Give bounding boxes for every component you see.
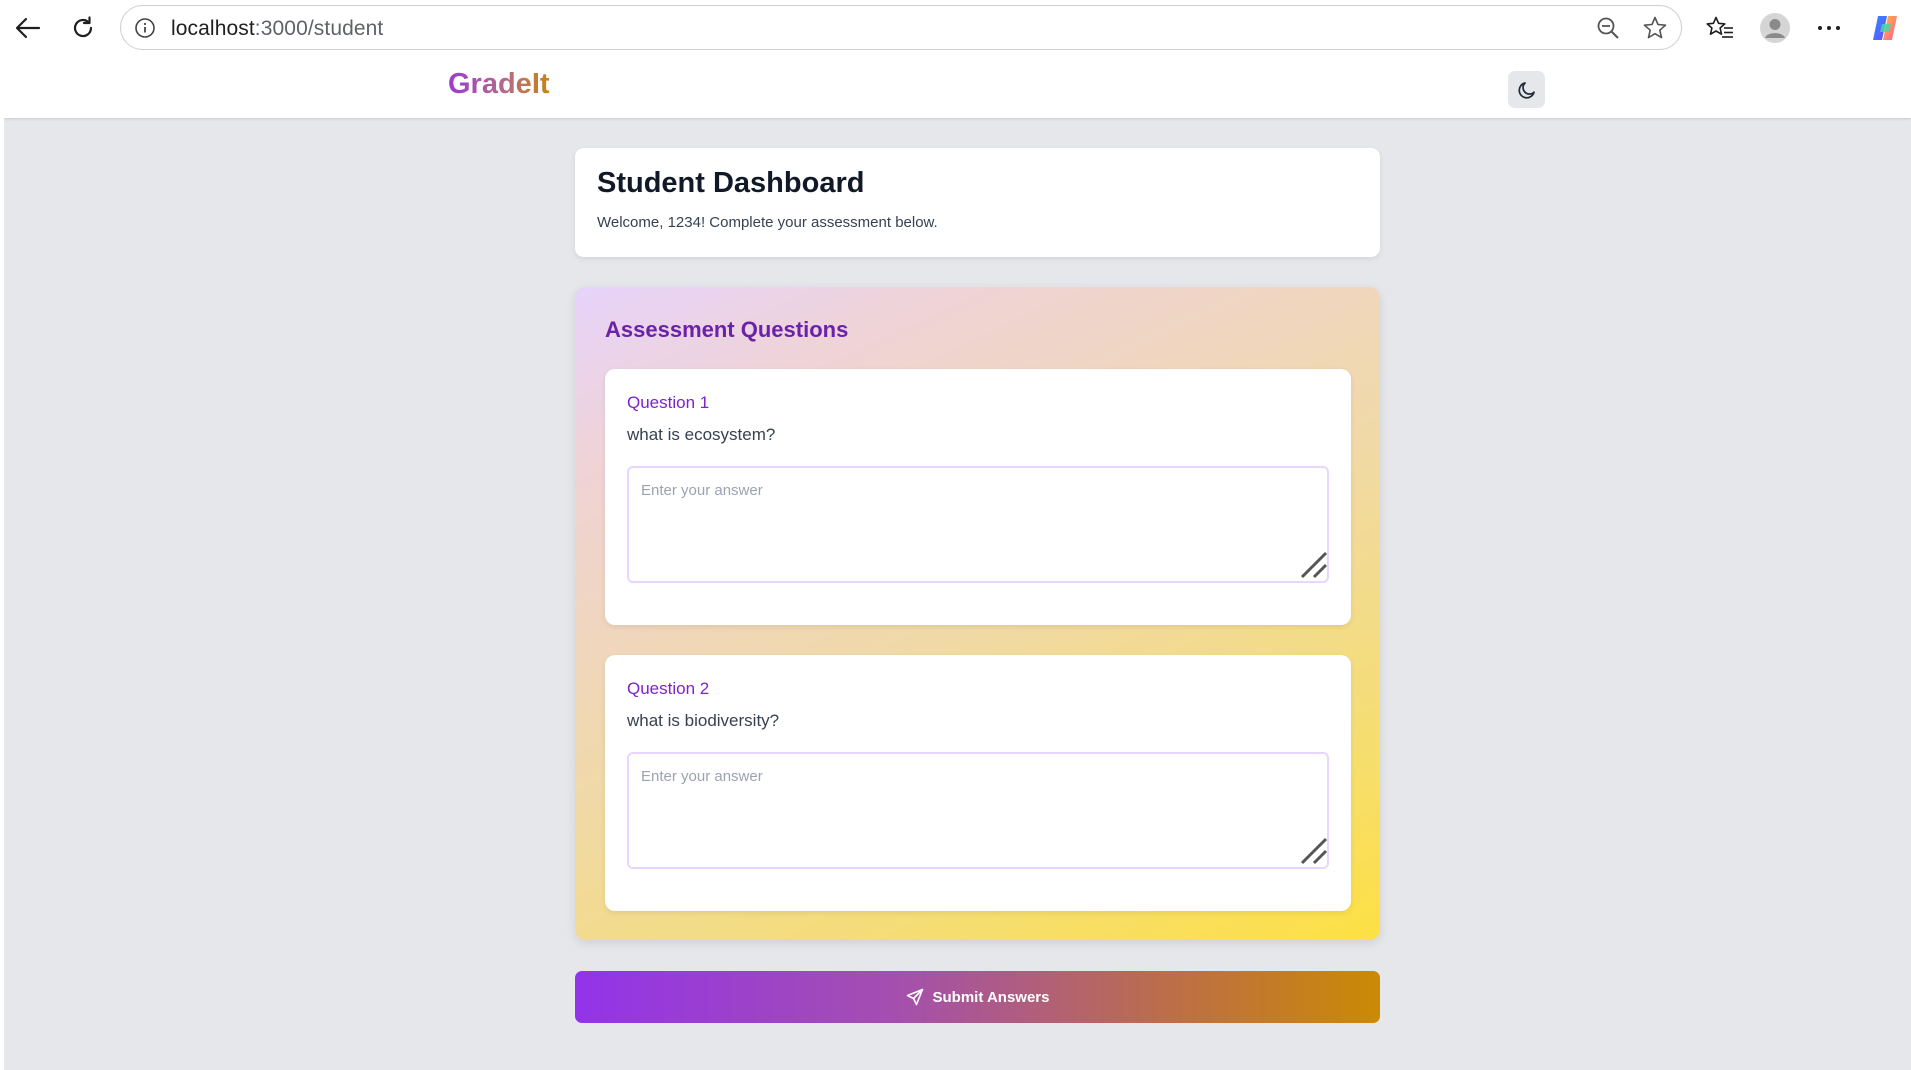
question-label: Question 2 <box>627 679 710 698</box>
answer-input[interactable] <box>627 466 1329 583</box>
resize-handle-icon[interactable] <box>1300 551 1328 579</box>
assessment-panel: Assessment Questions Question 1 what is … <box>575 287 1380 940</box>
more-icon[interactable] <box>1810 9 1848 47</box>
welcome-message: Welcome, 1234! Complete your assessment … <box>597 214 938 231</box>
profile-icon[interactable] <box>1756 9 1794 47</box>
url-host: localhost <box>171 17 255 40</box>
back-arrow-icon[interactable] <box>9 9 47 47</box>
app-logo[interactable]: GradeIt <box>448 68 550 101</box>
page-title: Student Dashboard <box>597 167 865 199</box>
app-header: GradeIt <box>4 57 1911 118</box>
question-text: what is biodiversity? <box>627 711 780 730</box>
moon-icon <box>1517 80 1537 100</box>
site-info-icon[interactable] <box>132 15 157 40</box>
dashboard-card: Student Dashboard Welcome, 1234! Complet… <box>575 148 1380 257</box>
address-bar[interactable]: localhost:3000/student <box>120 5 1682 50</box>
browser-toolbar: localhost:3000/student <box>0 0 1911 57</box>
reload-icon[interactable] <box>64 9 102 47</box>
page-viewport: GradeIt Student Dashboard Welcome, 1234!… <box>4 57 1911 1070</box>
question-label: Question 1 <box>627 393 710 412</box>
answer-input[interactable] <box>627 752 1329 869</box>
question-card: Question 1 what is ecosystem? <box>605 369 1351 625</box>
assessment-title: Assessment Questions <box>605 317 849 342</box>
copilot-icon[interactable] <box>1866 9 1904 47</box>
star-icon[interactable] <box>1641 14 1669 42</box>
question-card: Question 2 what is biodiversity? <box>605 655 1351 911</box>
favorites-icon[interactable] <box>1701 9 1739 47</box>
submit-label: Submit Answers <box>932 988 1050 1006</box>
url-path: :3000/student <box>254 17 384 40</box>
theme-toggle-button[interactable] <box>1508 71 1545 108</box>
url-text[interactable]: localhost:3000/student <box>171 17 383 41</box>
resize-handle-icon[interactable] <box>1300 837 1328 865</box>
send-icon <box>906 988 924 1006</box>
question-text: what is ecosystem? <box>627 425 776 444</box>
zoom-out-icon[interactable] <box>1594 14 1622 42</box>
submit-answers-button[interactable]: Submit Answers <box>575 971 1380 1023</box>
